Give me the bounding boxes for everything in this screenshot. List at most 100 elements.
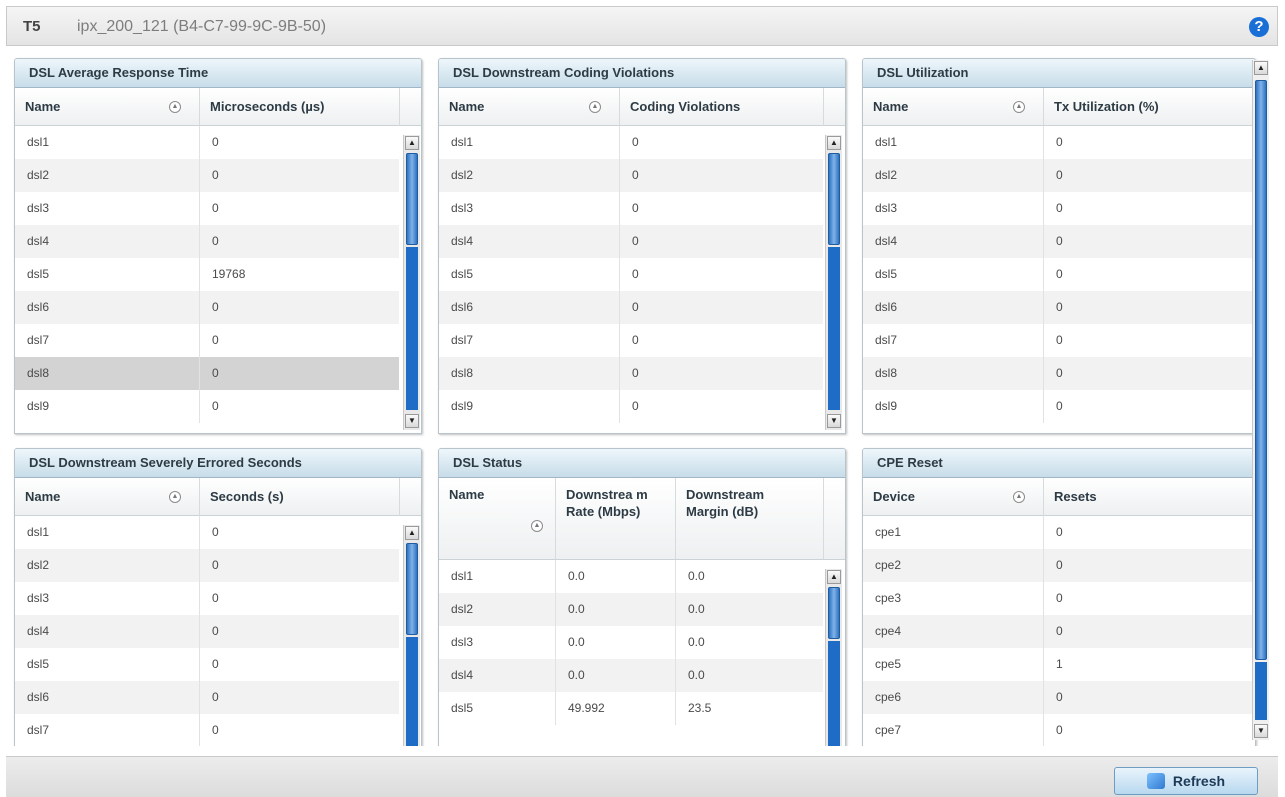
table-row[interactable]: dsl3 0.0 0.0 (439, 626, 823, 659)
page-scrollbar[interactable]: ▲ ▼ (1252, 60, 1269, 740)
table-row[interactable]: dsl2 0 (15, 549, 399, 582)
column-header-name[interactable]: Name ▲ (439, 88, 619, 126)
sort-ascending-icon[interactable]: ▲ (1013, 491, 1025, 503)
table-row[interactable]: dsl8 0 (439, 357, 823, 390)
table-row[interactable]: dsl7 0 (15, 324, 399, 357)
column-header-name[interactable]: Name ▲ (15, 88, 199, 126)
panel-cpe-reset: CPE Reset Device ▲ Resets cpe1 0 cpe2 0 cp… (862, 448, 1256, 746)
table-row[interactable]: dsl4 0.0 0.0 (439, 659, 823, 692)
cell-value: 0 (619, 225, 823, 258)
table-row[interactable]: dsl2 0.0 0.0 (439, 593, 823, 626)
refresh-button[interactable]: Refresh (1114, 767, 1258, 795)
table-row[interactable]: cpe6 0 (863, 681, 1255, 714)
cell-name: dsl2 (451, 602, 474, 616)
sort-ascending-icon[interactable]: ▲ (169, 491, 181, 503)
column-header-margin[interactable]: Downstream Margin (dB) (675, 478, 823, 560)
table-row[interactable]: dsl9 0 (439, 390, 823, 423)
table-row[interactable]: dsl9 0 (15, 390, 399, 423)
table-row[interactable]: dsl3 0 (439, 192, 823, 225)
scroll-up-icon[interactable]: ▲ (405, 136, 419, 150)
table-row[interactable]: dsl5 0 (15, 648, 399, 681)
scrollbar-thumb[interactable] (1255, 80, 1267, 660)
table-row[interactable]: dsl1 0 (15, 516, 399, 549)
table-row[interactable]: dsl1 0 (863, 126, 1255, 159)
scroll-down-icon[interactable]: ▼ (827, 414, 841, 428)
table-row[interactable]: dsl2 0 (863, 159, 1255, 192)
table-row[interactable]: cpe7 0 (863, 714, 1255, 746)
help-icon[interactable]: ? (1249, 17, 1269, 37)
table-scrollbar[interactable]: ▲ ▼ (825, 135, 842, 430)
table-row[interactable]: dsl1 0.0 0.0 (439, 560, 823, 593)
scroll-up-icon[interactable]: ▲ (827, 570, 841, 584)
column-header-rate[interactable]: Downstrea m Rate (Mbps) (555, 478, 675, 560)
table-scrollbar[interactable]: ▲ (825, 569, 842, 746)
table-scrollbar[interactable]: ▲ (403, 525, 420, 746)
column-header-name[interactable]: Name ▲ (15, 478, 199, 516)
table-row[interactable]: dsl9 0 (863, 390, 1255, 423)
sort-ascending-icon[interactable]: ▲ (1013, 101, 1025, 113)
table-row[interactable]: cpe5 1 (863, 648, 1255, 681)
scrollbar-track (828, 247, 840, 410)
sort-ascending-icon[interactable]: ▲ (531, 520, 543, 532)
table-body: dsl1 0 dsl2 0 dsl3 0 dsl4 0 dsl5 0 dsl6 0 dsl7… (863, 126, 1255, 423)
column-header-value[interactable]: Microseconds (µs) (199, 88, 399, 126)
scrollbar-thumb[interactable] (406, 153, 418, 245)
cell-value: 0 (619, 390, 823, 423)
scroll-down-icon[interactable]: ▼ (1254, 724, 1268, 738)
table-body: dsl1 0 dsl2 0 dsl3 0 dsl4 0 dsl5 0 dsl6 0 dsl7… (15, 516, 399, 746)
cell-value: 0 (199, 159, 399, 192)
cell-value: 0 (619, 258, 823, 291)
table-row[interactable]: dsl7 0 (863, 324, 1255, 357)
column-header-name[interactable]: Name ▲ (863, 88, 1043, 126)
scrollbar-thumb[interactable] (828, 153, 840, 245)
table-row[interactable]: dsl3 0 (15, 192, 399, 225)
table-row[interactable]: dsl6 0 (863, 291, 1255, 324)
scroll-up-icon[interactable]: ▲ (405, 526, 419, 540)
column-header-name[interactable]: Name ▲ (439, 478, 555, 560)
scrollbar-thumb[interactable] (406, 543, 418, 635)
table-row[interactable]: dsl4 0 (15, 615, 399, 648)
table-row[interactable]: dsl5 49.992 23.5 (439, 692, 823, 725)
table-row[interactable]: dsl2 0 (439, 159, 823, 192)
table-row[interactable]: dsl5 0 (439, 258, 823, 291)
table-row[interactable]: cpe2 0 (863, 549, 1255, 582)
table-row[interactable]: dsl2 0 (15, 159, 399, 192)
scroll-down-icon[interactable]: ▼ (405, 414, 419, 428)
column-header-value[interactable]: Coding Violations (619, 88, 823, 126)
column-label: Name (25, 99, 61, 114)
scroll-up-icon[interactable]: ▲ (827, 136, 841, 150)
cell-name: dsl4 (451, 668, 474, 682)
column-label: Coding Violations (630, 99, 741, 114)
column-header-value[interactable]: Tx Utilization (%) (1043, 88, 1255, 126)
table-row-selected[interactable]: dsl8 0 (15, 357, 399, 390)
table-row[interactable]: dsl5 19768 (15, 258, 399, 291)
table-scrollbar[interactable]: ▲ ▼ (403, 135, 420, 430)
table-row[interactable]: dsl7 0 (439, 324, 823, 357)
table-row[interactable]: dsl3 0 (15, 582, 399, 615)
table-row[interactable]: dsl4 0 (15, 225, 399, 258)
table-row[interactable]: dsl6 0 (439, 291, 823, 324)
column-header-device[interactable]: Device ▲ (863, 478, 1043, 516)
table-row[interactable]: dsl8 0 (863, 357, 1255, 390)
table-row[interactable]: cpe4 0 (863, 615, 1255, 648)
column-header-resets[interactable]: Resets (1043, 478, 1255, 516)
table-row[interactable]: dsl5 0 (863, 258, 1255, 291)
cell-value: 0 (1043, 357, 1255, 390)
table-row[interactable]: dsl3 0 (863, 192, 1255, 225)
table-row[interactable]: cpe1 0 (863, 516, 1255, 549)
table-row[interactable]: dsl4 0 (863, 225, 1255, 258)
panel-title: DSL Status (439, 449, 845, 478)
table-row[interactable]: dsl6 0 (15, 291, 399, 324)
table-row[interactable]: dsl4 0 (439, 225, 823, 258)
sort-ascending-icon[interactable]: ▲ (589, 101, 601, 113)
column-header-value[interactable]: Seconds (s) (199, 478, 399, 516)
table-row[interactable]: dsl7 0 (15, 714, 399, 746)
cell-name: dsl3 (27, 201, 50, 215)
table-row[interactable]: dsl1 0 (439, 126, 823, 159)
table-row[interactable]: dsl6 0 (15, 681, 399, 714)
scrollbar-thumb[interactable] (828, 587, 840, 639)
table-row[interactable]: cpe3 0 (863, 582, 1255, 615)
table-row[interactable]: dsl1 0 (15, 126, 399, 159)
sort-ascending-icon[interactable]: ▲ (169, 101, 181, 113)
scroll-up-icon[interactable]: ▲ (1254, 61, 1268, 75)
